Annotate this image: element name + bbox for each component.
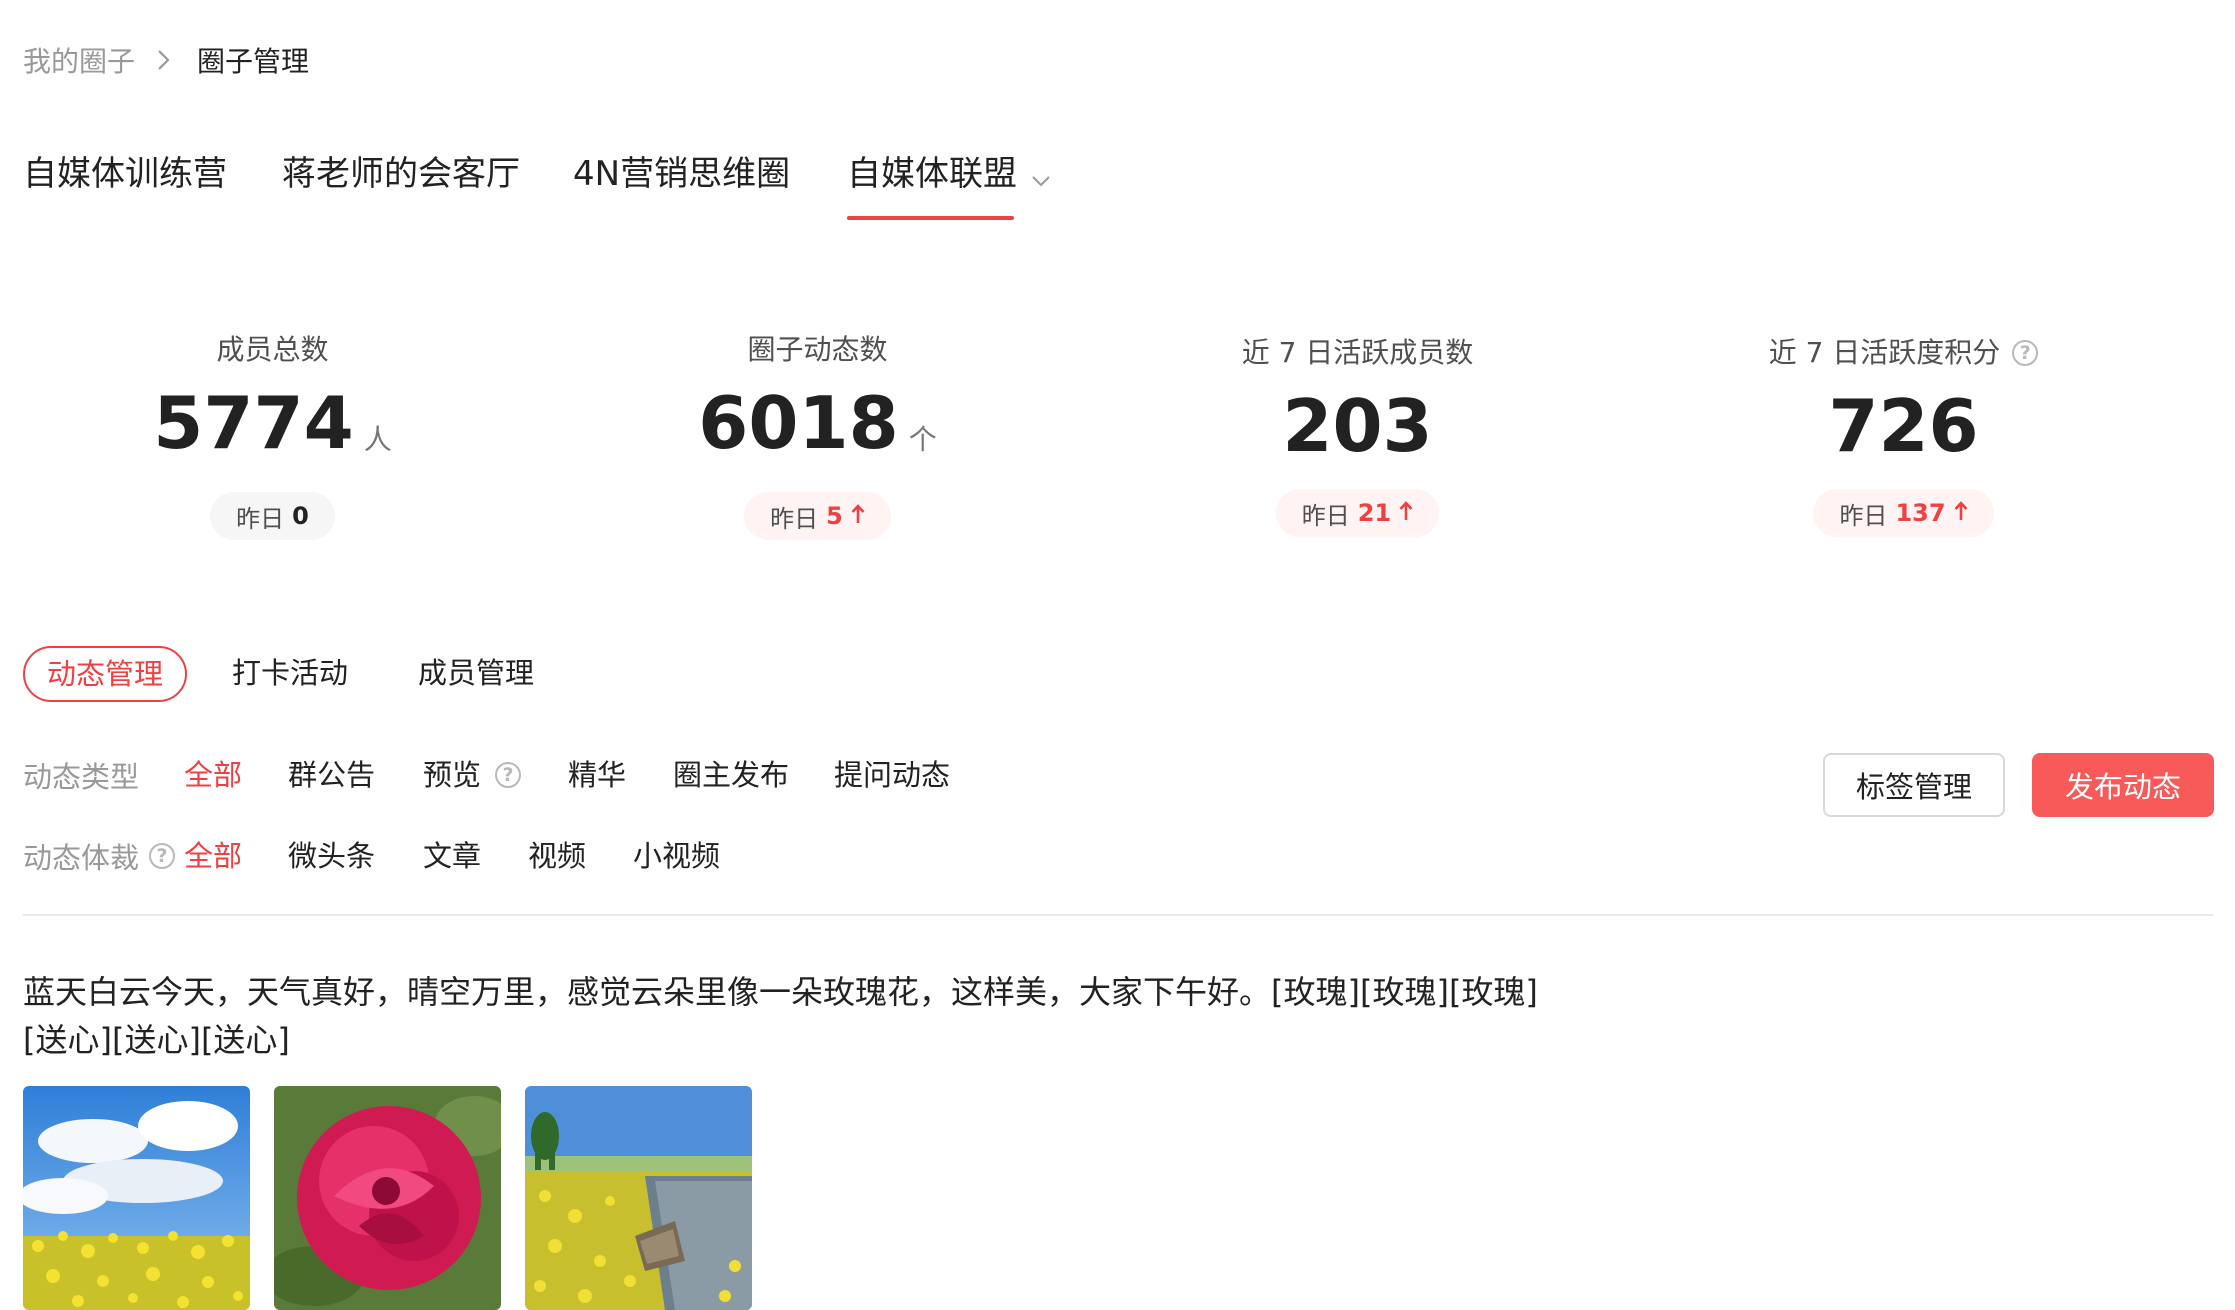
help-icon[interactable]: ?	[2012, 340, 2039, 366]
filter-option[interactable]: 小视频	[633, 834, 720, 878]
yesterday-label: 昨日	[1839, 501, 1888, 530]
yesterday-label: 昨日	[1301, 501, 1350, 530]
filter-option[interactable]: 全部	[184, 834, 242, 878]
yesterday-value: 0	[292, 502, 309, 530]
yesterday-value: 21	[1357, 499, 1392, 527]
filter-option-label: 预览	[423, 758, 482, 792]
filter-label: 动态体裁	[23, 841, 140, 875]
filter-option[interactable]: 提问动态	[834, 753, 950, 797]
chevron-right-icon	[157, 49, 171, 71]
filter-label-with-help: 动态体裁?	[23, 835, 176, 877]
filter-option[interactable]: 圈主发布	[673, 753, 789, 797]
tag-management-button[interactable]: 标签管理	[1823, 753, 2005, 817]
circle-tab[interactable]: 4N营销思维圈	[573, 150, 790, 198]
stat-unit: 个	[908, 423, 937, 456]
divider	[23, 914, 2213, 916]
post-text-line: [送心][送心][送心]	[23, 1021, 290, 1059]
breadcrumb: 我的圈子 圈子管理	[23, 42, 309, 78]
circle-tab[interactable]: 蒋老师的会客厅	[282, 150, 520, 198]
stat-value: 5774	[153, 381, 354, 465]
filter-option-preview[interactable]: 预览?	[423, 753, 522, 797]
post-text: 蓝天白云今天，天气真好，晴空万里，感觉云朵里像一朵玫瑰花，这样美，大家下午好。[…	[23, 968, 1623, 1064]
stat-label: 成员总数	[216, 333, 329, 366]
post-image-red-rose[interactable]	[274, 1086, 501, 1310]
stat-active-score: 近 7 日活跃度积分? 726 昨日 137	[1632, 333, 2175, 537]
stat-label: 圈子动态数	[747, 333, 888, 366]
stat-active-members: 近 7 日活跃成员数 203 昨日 21	[1086, 333, 1629, 537]
post-image-sky-rapeseed[interactable]	[23, 1086, 250, 1310]
filter-option[interactable]: 视频	[528, 834, 586, 878]
tab-post-management[interactable]: 动态管理	[23, 646, 188, 702]
filter-post-format: 动态体裁? 全部 微头条 文章 视频 小视频	[23, 834, 720, 878]
stat-value: 726	[1828, 384, 1979, 468]
stat-yesterday-badge: 昨日 0	[210, 492, 335, 540]
stat-value: 6018	[698, 381, 899, 465]
tab-member-management[interactable]: 成员管理	[418, 646, 534, 700]
filter-option[interactable]: 微头条	[288, 834, 375, 878]
arrow-up-icon	[851, 502, 865, 530]
chevron-down-icon[interactable]	[1031, 152, 1051, 200]
yesterday-value: 5	[826, 502, 843, 530]
stat-label: 近 7 日活跃成员数	[1241, 336, 1474, 369]
help-icon[interactable]: ?	[149, 843, 176, 869]
arrow-up-icon	[1399, 499, 1413, 527]
post-image-canal-boat[interactable]	[525, 1086, 752, 1310]
filter-post-type: 动态类型 全部 群公告 预览? 精华 圈主发布 提问动态	[23, 753, 950, 797]
breadcrumb-my-circles[interactable]: 我的圈子	[23, 40, 135, 80]
circle-tab[interactable]: 自媒体训练营	[23, 150, 227, 198]
yesterday-label: 昨日	[770, 504, 819, 533]
arrow-up-icon	[1954, 499, 1968, 527]
breadcrumb-current: 圈子管理	[197, 45, 310, 78]
stat-yesterday-badge: 昨日 21	[1275, 489, 1440, 537]
filter-option[interactable]: 群公告	[288, 753, 375, 797]
help-icon[interactable]: ?	[495, 762, 522, 788]
stat-unit: 人	[363, 423, 392, 456]
filter-option[interactable]: 文章	[423, 834, 481, 878]
publish-post-button[interactable]: 发布动态	[2032, 753, 2214, 817]
yesterday-label: 昨日	[236, 504, 285, 533]
circle-tab-active[interactable]: 自媒体联盟	[847, 150, 1051, 219]
filter-label: 动态类型	[23, 760, 140, 794]
filter-option[interactable]: 全部	[184, 753, 242, 797]
tab-checkin-activity[interactable]: 打卡活动	[232, 646, 348, 700]
filter-option[interactable]: 精华	[568, 753, 626, 797]
stat-post-count: 圈子动态数 6018 个 昨日 5	[546, 330, 1089, 540]
stat-member-total: 成员总数 5774 人 昨日 0	[1, 330, 544, 540]
stat-value: 203	[1282, 384, 1433, 468]
post-text-line: 蓝天白云今天，天气真好，晴空万里，感觉云朵里像一朵玫瑰花，这样美，大家下午好。[…	[23, 973, 1538, 1011]
stat-label: 近 7 日活跃度积分	[1768, 336, 2001, 369]
stat-yesterday-badge: 昨日 5	[744, 492, 891, 540]
yesterday-value: 137	[1895, 499, 1946, 527]
circle-tab-label: 自媒体联盟	[847, 154, 1017, 194]
stat-yesterday-badge: 昨日 137	[1813, 489, 1994, 537]
